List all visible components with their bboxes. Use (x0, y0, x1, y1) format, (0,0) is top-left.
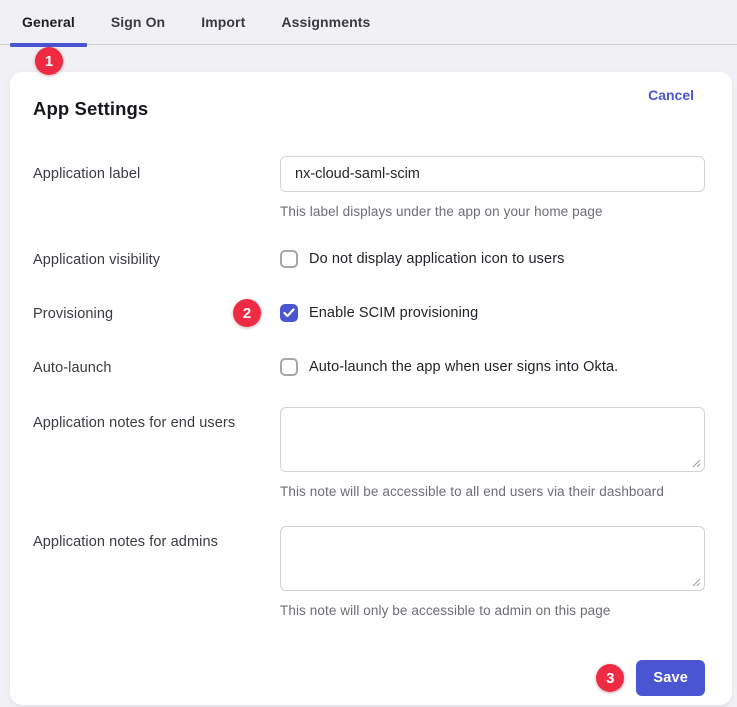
page-title: App Settings (33, 98, 705, 120)
auto-launch-option-label: Auto-launch the app when user signs into… (309, 359, 618, 375)
application-label-hint: This label displays under the app on you… (280, 204, 705, 219)
check-icon (283, 308, 295, 318)
tab-import[interactable]: Import (189, 0, 257, 44)
step-3-badge: 3 (596, 664, 624, 692)
auto-launch-row: Auto-launch Auto-launch the app when use… (33, 358, 705, 376)
provisioning-option-label: Enable SCIM provisioning (309, 305, 478, 321)
auto-launch-label: Auto-launch (33, 359, 280, 376)
tab-general[interactable]: General (10, 0, 87, 44)
provisioning-checkbox[interactable] (280, 304, 298, 322)
tab-assignments[interactable]: Assignments (269, 0, 382, 44)
auto-launch-option[interactable]: Auto-launch the app when user signs into… (280, 358, 705, 376)
step-2-badge: 2 (233, 299, 261, 327)
notes-end-users-label: Application notes for end users (33, 407, 280, 499)
step-1-badge: 1 (35, 47, 63, 75)
application-visibility-label: Application visibility (33, 251, 280, 268)
footer-actions: 3 Save (33, 660, 705, 696)
app-settings-panel: App Settings Cancel Application label Th… (10, 72, 732, 705)
auto-launch-checkbox[interactable] (280, 358, 298, 376)
save-button[interactable]: Save (636, 660, 705, 696)
notes-admins-hint: This note will only be accessible to adm… (280, 603, 705, 618)
application-label-label: Application label (33, 156, 280, 219)
notes-end-users-row: Application notes for end users This not… (33, 407, 705, 499)
notes-admins-textarea[interactable] (280, 526, 705, 591)
provisioning-option[interactable]: Enable SCIM provisioning (280, 304, 705, 322)
notes-end-users-textarea[interactable] (280, 407, 705, 472)
notes-end-users-hint: This note will be accessible to all end … (280, 484, 705, 499)
notes-admins-row: Application notes for admins This note w… (33, 526, 705, 618)
tab-bar: General Sign On Import Assignments (0, 0, 737, 45)
application-visibility-row: Application visibility Do not display ap… (33, 250, 705, 268)
application-visibility-option[interactable]: Do not display application icon to users (280, 250, 705, 268)
application-visibility-option-label: Do not display application icon to users (309, 251, 564, 267)
application-label-input[interactable] (280, 156, 705, 192)
notes-admins-label: Application notes for admins (33, 526, 280, 618)
application-visibility-checkbox[interactable] (280, 250, 298, 268)
application-label-row: Application label This label displays un… (33, 156, 705, 219)
tab-sign-on[interactable]: Sign On (99, 0, 177, 44)
provisioning-row: Provisioning 2 Enable SCIM provisioning (33, 304, 705, 322)
cancel-link[interactable]: Cancel (648, 87, 694, 103)
